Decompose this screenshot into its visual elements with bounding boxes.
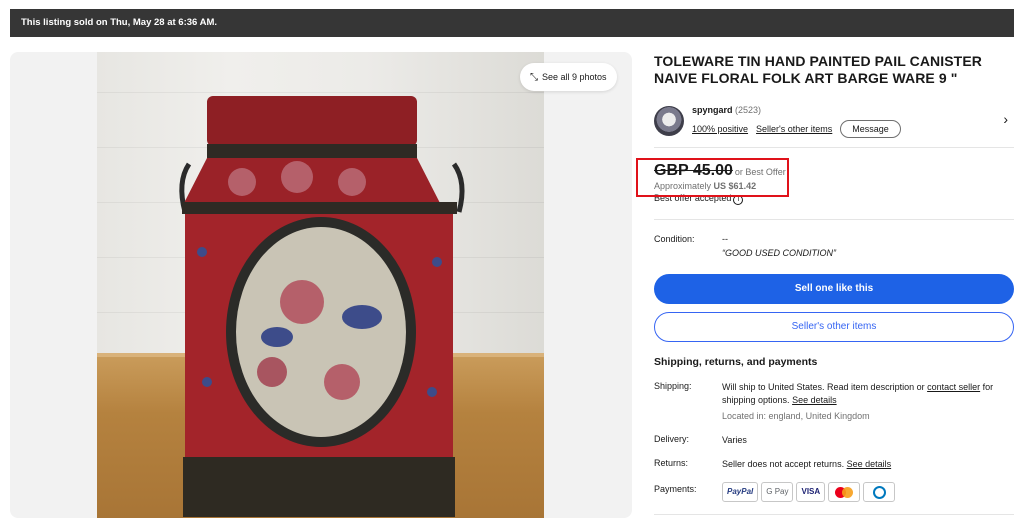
seller-card[interactable]: spyngard (2523) 100% positive Seller's o… (654, 103, 1014, 143)
item-photo[interactable] (97, 52, 544, 518)
condition-detail: “GOOD USED CONDITION” (722, 248, 836, 258)
price-highlight-box (636, 158, 789, 197)
visa-icon: VISA (796, 482, 826, 502)
sold-banner: This listing sold on Thu, May 28 at 6:36… (10, 9, 1014, 37)
diners-club-icon (863, 482, 896, 502)
message-button[interactable]: Message (840, 120, 901, 138)
seller-other-items-link[interactable]: Seller's other items (756, 124, 832, 134)
item-location: Located in: england, United Kingdom (722, 411, 870, 421)
shipping-see-details-link[interactable]: See details (792, 395, 837, 405)
seller-score: (2523) (735, 105, 762, 115)
photo-gallery[interactable] (10, 52, 632, 518)
paypal-icon: PayPal (722, 482, 759, 502)
seller-avatar[interactable] (654, 106, 684, 136)
condition-label: Condition: (654, 234, 695, 244)
expand-icon: ⤡ (530, 72, 538, 83)
delivery-label: Delivery: (654, 434, 690, 444)
shipping-heading: Shipping, returns, and payments (654, 356, 818, 368)
divider (654, 219, 1014, 220)
mastercard-icon (828, 482, 861, 502)
returns-see-details-link[interactable]: See details (847, 459, 892, 469)
item-title: TOLEWARE TIN HAND PAINTED PAIL CANISTER … (654, 53, 982, 86)
returns-value: Seller does not accept returns. See deta… (722, 459, 892, 469)
condition-value: -- (722, 234, 728, 244)
seller-feedback-link[interactable]: 100% positive (692, 124, 748, 134)
divider (654, 514, 1014, 515)
canister-image (179, 96, 465, 517)
contact-seller-link[interactable]: contact seller (927, 382, 980, 392)
payments-label: Payments: (654, 484, 697, 494)
delivery-value: Varies (722, 435, 747, 445)
seller-name[interactable]: spyngard (2523) (692, 105, 761, 115)
sell-one-like-this-button[interactable]: Sell one like this (654, 274, 1014, 304)
sellers-other-items-button[interactable]: Seller's other items (654, 312, 1014, 342)
returns-label: Returns: (654, 458, 689, 468)
payment-methods: PayPal G Pay VISA (722, 482, 896, 502)
chevron-right-icon[interactable]: › (1003, 111, 1008, 127)
divider (654, 147, 1014, 148)
google-pay-icon: G Pay (761, 482, 794, 502)
shipping-label: Shipping: (654, 381, 692, 391)
see-all-photos-button[interactable]: ⤡ See all 9 photos (520, 63, 617, 91)
shipping-value: Will ship to United States. Read item de… (722, 381, 1014, 423)
